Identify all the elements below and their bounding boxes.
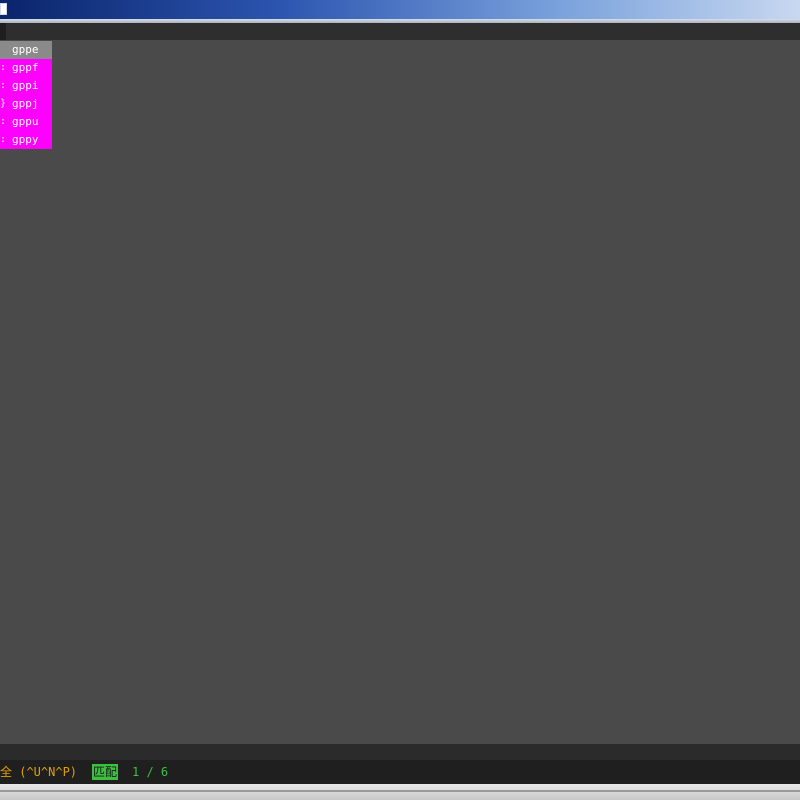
completion-item-word: gppy <box>12 133 39 146</box>
completion-item-lead: : <box>0 62 7 73</box>
completion-item-word: gppu <box>12 115 39 128</box>
editor-area[interactable] <box>0 40 800 744</box>
tab-line <box>0 23 800 40</box>
completion-item[interactable]: : gppi <box>0 77 52 95</box>
completion-item-word: gppj <box>12 97 39 110</box>
completion-item-lead: : <box>0 116 7 127</box>
vim-window: gppe : gppf : gppi } gppj : gppu : gppy … <box>0 0 800 800</box>
completion-item-lead: : <box>0 134 7 145</box>
window-bottom-frame <box>0 784 800 800</box>
window-title-bar[interactable] <box>0 0 800 19</box>
completion-item-word: gppi <box>12 79 39 92</box>
completion-popup[interactable]: gppe : gppf : gppi } gppj : gppu : gppy <box>0 41 52 149</box>
match-label: 匹配 <box>92 764 119 780</box>
application-icon[interactable] <box>0 3 7 15</box>
window-bottom-divider <box>0 790 800 792</box>
completion-mode-text: 全 (^U^N^P) <box>0 765 78 779</box>
command-line[interactable]: 全 (^U^N^P) 匹配 1 / 6 <box>0 760 800 784</box>
completion-item-lead: : <box>0 80 7 91</box>
completion-item[interactable]: gppe <box>0 41 52 59</box>
completion-item[interactable]: } gppj <box>0 95 52 113</box>
match-count: 1 / 6 <box>132 765 169 779</box>
status-line <box>0 744 800 760</box>
completion-item-word: gppf <box>12 61 39 74</box>
tab-line-edge <box>0 23 6 40</box>
completion-item[interactable]: : gppu <box>0 113 52 131</box>
completion-item[interactable]: : gppy <box>0 131 52 149</box>
completion-item[interactable]: : gppf <box>0 59 52 77</box>
completion-item-lead: } <box>0 98 7 109</box>
completion-item-word: gppe <box>12 43 39 56</box>
